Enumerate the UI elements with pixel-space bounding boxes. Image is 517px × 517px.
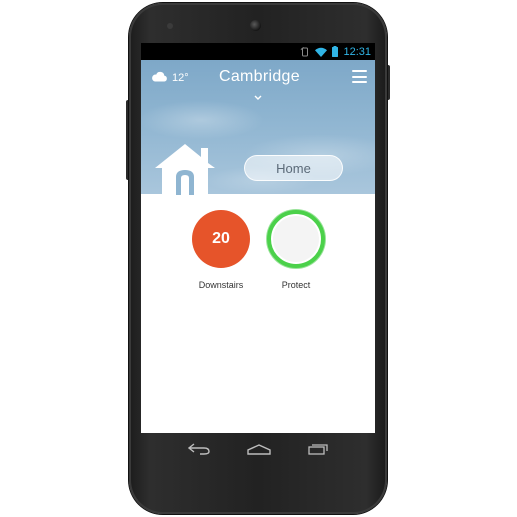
house-icon xyxy=(155,144,215,200)
hamburger-menu-icon[interactable] xyxy=(352,70,367,83)
status-time: 12:31 xyxy=(343,45,371,58)
recent-apps-icon[interactable] xyxy=(308,442,328,460)
back-icon[interactable] xyxy=(187,442,210,460)
rotation-lock-icon xyxy=(300,46,310,57)
protect-device[interactable]: Protect xyxy=(256,210,336,290)
home-nav-icon[interactable] xyxy=(247,442,271,460)
cloud-icon xyxy=(151,71,168,85)
protect-status-ring[interactable] xyxy=(267,210,325,268)
front-camera xyxy=(250,20,261,31)
wifi-icon xyxy=(315,47,328,57)
device-label: Downstairs xyxy=(198,280,244,290)
chevron-down-icon[interactable] xyxy=(254,87,262,105)
location-selector[interactable]: Cambridge xyxy=(219,68,300,86)
home-button[interactable]: Home xyxy=(244,155,343,181)
app-screen: 12:31 12° Cambridge Home 20 Downstairs P… xyxy=(141,43,375,433)
weather-widget: 12° xyxy=(151,71,189,85)
location-header: 12° Cambridge Home xyxy=(141,60,375,195)
device-mockup: 12:31 12° Cambridge Home 20 Downstairs P… xyxy=(0,0,517,517)
phone-frame: 12:31 12° Cambridge Home 20 Downstairs P… xyxy=(129,3,387,514)
device-label: Protect xyxy=(281,280,311,290)
status-bar: 12:31 xyxy=(141,43,375,60)
thermostat-dial[interactable]: 20 xyxy=(192,210,250,268)
thermostat-device[interactable]: 20 Downstairs xyxy=(181,210,261,290)
weather-temperature: 12° xyxy=(172,72,189,84)
sensor-dot xyxy=(167,23,173,29)
battery-icon xyxy=(332,46,339,57)
navigation-bar xyxy=(141,435,375,467)
